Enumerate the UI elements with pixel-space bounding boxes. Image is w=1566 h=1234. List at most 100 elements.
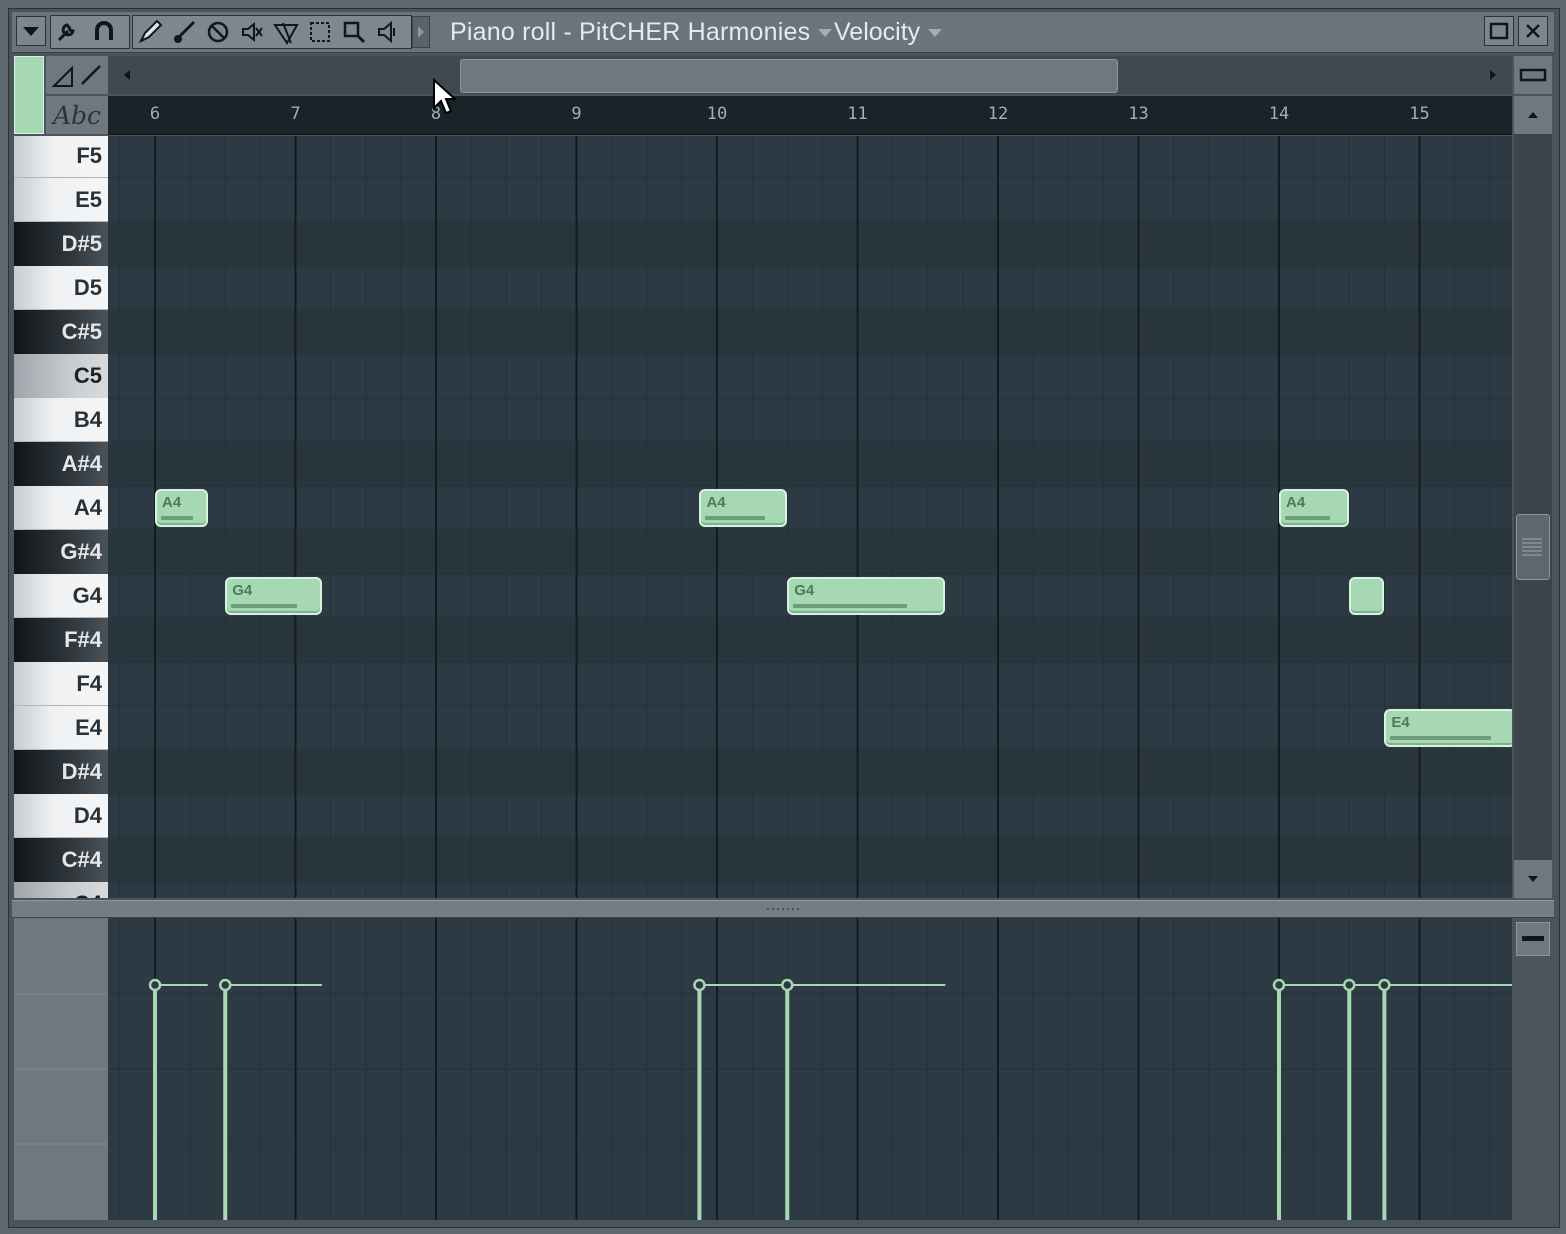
velocity-handle[interactable] xyxy=(1343,978,1356,992)
scroll-down-icon[interactable] xyxy=(1514,860,1552,898)
piano-key[interactable]: C#4 xyxy=(14,838,108,882)
piano-key[interactable]: G4 xyxy=(14,574,108,618)
piano-key-label: B4 xyxy=(73,406,102,432)
velocity-handle[interactable] xyxy=(148,978,162,992)
edit-tool-group xyxy=(132,15,412,49)
vertical-scrollbar[interactable] xyxy=(1514,96,1552,898)
piano-key-label: D5 xyxy=(73,274,102,300)
scroll-right-icon[interactable] xyxy=(1474,56,1512,94)
select-icon[interactable] xyxy=(305,17,335,47)
note-a4[interactable]: A4 xyxy=(1279,489,1350,527)
piano-key-label: G#4 xyxy=(60,539,102,564)
line-tool-icon[interactable] xyxy=(78,60,104,90)
bar-number: 10 xyxy=(706,104,728,124)
pencil-icon[interactable] xyxy=(135,17,165,47)
piano-key[interactable]: C5 xyxy=(14,354,108,398)
window-title[interactable]: Piano roll - PitCHER Harmonies xyxy=(450,18,833,47)
title-bar[interactable]: Piano roll - PitCHER Harmonies Velocity xyxy=(12,12,1554,53)
piano-key-label: F5 xyxy=(76,142,102,168)
note-label: E4 xyxy=(1391,714,1410,731)
piano-key-label: D4 xyxy=(73,802,102,828)
velocity-handle[interactable] xyxy=(693,978,706,992)
target-control-label: Velocity xyxy=(834,18,921,46)
playback-speaker-icon[interactable] xyxy=(373,17,403,47)
event-editor-side xyxy=(1514,918,1552,1220)
piano-key[interactable]: F5 xyxy=(14,136,108,178)
piano-key[interactable]: F4 xyxy=(14,662,108,706)
event-editor-label-area xyxy=(14,918,108,1220)
note-g4[interactable]: G4 xyxy=(225,577,322,615)
scroll-up-icon[interactable] xyxy=(1514,96,1552,134)
note-e4[interactable]: E4 xyxy=(1384,709,1512,747)
velocity-editor[interactable] xyxy=(108,918,1512,1220)
piano-key[interactable]: D4 xyxy=(14,794,108,838)
target-control-selector[interactable]: Velocity xyxy=(834,18,943,47)
bar-number: 6 xyxy=(149,104,161,124)
bar-number: 7 xyxy=(290,104,301,124)
note-velocity-bar xyxy=(705,516,765,520)
black-key-row xyxy=(108,530,1512,574)
bar-number: 12 xyxy=(987,104,1009,124)
note-label: G4 xyxy=(232,582,253,599)
note-label: A4 xyxy=(162,494,182,511)
note-velocity-bar xyxy=(1390,736,1491,740)
title-expand-arrow[interactable] xyxy=(412,16,430,48)
vertical-scroll-thumb[interactable] xyxy=(1516,514,1550,580)
close-icon[interactable] xyxy=(1518,16,1548,46)
note-unnamed[interactable] xyxy=(1349,577,1385,615)
piano-key[interactable]: D5 xyxy=(14,266,108,310)
wrench-icon[interactable] xyxy=(51,17,81,47)
note-velocity-bar xyxy=(161,516,193,520)
event-editor-collapse-icon[interactable] xyxy=(1516,922,1550,956)
piano-key[interactable]: E4 xyxy=(14,706,108,750)
horizontal-scroll-thumb[interactable] xyxy=(460,59,1118,93)
piano-key[interactable]: E5 xyxy=(14,178,108,222)
velocity-handle[interactable] xyxy=(781,978,794,992)
piano-key-label: F#4 xyxy=(64,627,102,652)
scroll-left-icon[interactable] xyxy=(108,56,146,94)
piano-key-label: A4 xyxy=(73,494,102,520)
piano-key[interactable]: F#4 xyxy=(14,618,108,662)
maximize-icon[interactable] xyxy=(1484,16,1514,46)
black-key-row xyxy=(108,442,1512,486)
mouse-cursor-icon xyxy=(432,77,458,123)
menu-arrow-icon[interactable] xyxy=(16,16,46,46)
mute-icon[interactable] xyxy=(237,17,267,47)
delete-icon[interactable] xyxy=(203,17,233,47)
velocity-handle[interactable] xyxy=(1378,978,1391,992)
zoom-icon[interactable] xyxy=(339,17,369,47)
velocity-handle[interactable] xyxy=(1272,978,1286,992)
editor-splitter[interactable] xyxy=(12,900,1554,918)
note-names-toggle[interactable]: Abc xyxy=(46,96,108,134)
piano-key-label: G4 xyxy=(72,582,102,608)
piano-key[interactable]: C#5 xyxy=(14,310,108,354)
title-dropdown-icon[interactable] xyxy=(818,29,833,38)
note-a4[interactable]: A4 xyxy=(155,489,208,527)
piano-key[interactable]: D#4 xyxy=(14,750,108,794)
target-dropdown-icon[interactable] xyxy=(928,29,943,38)
note-a4[interactable]: A4 xyxy=(699,489,788,527)
piano-key[interactable]: A#4 xyxy=(14,442,108,486)
note-g4[interactable]: G4 xyxy=(787,577,946,615)
black-key-row xyxy=(108,310,1512,354)
channel-color-swatch[interactable] xyxy=(14,56,44,134)
magnet-icon[interactable] xyxy=(89,17,119,47)
piano-key[interactable]: D#5 xyxy=(14,222,108,266)
black-key-row xyxy=(108,222,1512,266)
bar-timeline[interactable]: 6 7 8 9 10 11 12 13 14 15 xyxy=(108,96,1512,135)
slice-icon[interactable] xyxy=(271,17,301,47)
black-key-row xyxy=(108,838,1512,882)
piano-key[interactable]: C4 xyxy=(14,882,108,898)
note-grid[interactable]: A4 G4 A4 G4 A4 E4 xyxy=(108,136,1512,898)
zoom-toggle-icon[interactable] xyxy=(1514,56,1552,94)
velocity-handle[interactable] xyxy=(219,978,232,992)
piano-key[interactable]: B4 xyxy=(14,398,108,442)
piano-key[interactable]: A4 xyxy=(14,486,108,530)
ramp-tool-icon[interactable] xyxy=(50,60,76,90)
bar-number: 13 xyxy=(1128,104,1149,124)
piano-keyboard[interactable]: F5 E5 D#5 D5 C#5 C5 B4 A#4 A4 G#4 G4 F#4 F4 E4 D#4 D4 C#… xyxy=(14,136,108,898)
piano-key-label: D#5 xyxy=(61,231,102,256)
piano-key[interactable]: G#4 xyxy=(14,530,108,574)
paint-brush-icon[interactable] xyxy=(169,17,199,47)
options-tool-group xyxy=(50,15,130,49)
